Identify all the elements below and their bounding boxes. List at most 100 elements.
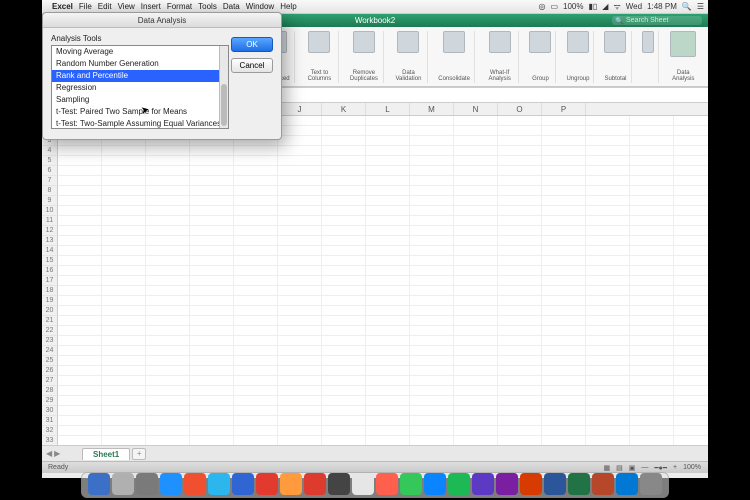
cell[interactable] — [322, 166, 366, 176]
cell[interactable] — [454, 176, 498, 186]
cell[interactable] — [102, 396, 146, 406]
cell[interactable] — [498, 436, 542, 445]
cell[interactable] — [190, 286, 234, 296]
cell[interactable] — [674, 386, 708, 396]
cell[interactable] — [322, 396, 366, 406]
cell[interactable] — [190, 216, 234, 226]
cell[interactable] — [542, 376, 586, 386]
cell[interactable] — [586, 206, 630, 216]
cell[interactable] — [146, 176, 190, 186]
cell[interactable] — [366, 356, 410, 366]
menu-format[interactable]: Format — [167, 2, 192, 11]
ribbon-subtotal[interactable]: Subtotal — [600, 31, 631, 83]
cell[interactable] — [630, 116, 674, 126]
row-header[interactable]: 25 — [42, 356, 58, 366]
cell[interactable] — [58, 236, 102, 246]
analysis-tool-item[interactable]: t-Test: Two-Sample Assuming Equal Varian… — [52, 118, 228, 129]
cell[interactable] — [498, 266, 542, 276]
cell[interactable] — [674, 416, 708, 426]
cell[interactable] — [498, 386, 542, 396]
cell[interactable] — [234, 356, 278, 366]
cell[interactable] — [278, 206, 322, 216]
cell[interactable] — [454, 116, 498, 126]
dock-app-icon[interactable] — [256, 473, 278, 495]
ribbon-ungroup[interactable]: Ungroup — [562, 31, 594, 83]
cell[interactable] — [366, 186, 410, 196]
cell[interactable] — [630, 286, 674, 296]
cell[interactable] — [410, 176, 454, 186]
ribbon-toggle[interactable] — [638, 31, 659, 83]
cell[interactable] — [586, 336, 630, 346]
cell[interactable] — [322, 386, 366, 396]
cell[interactable] — [322, 286, 366, 296]
cell[interactable] — [586, 306, 630, 316]
cell[interactable] — [102, 286, 146, 296]
cell[interactable] — [542, 226, 586, 236]
cell[interactable] — [278, 326, 322, 336]
cell[interactable] — [278, 236, 322, 246]
cell[interactable] — [498, 426, 542, 436]
row-header[interactable]: 6 — [42, 166, 58, 176]
cell[interactable] — [146, 196, 190, 206]
cell[interactable] — [454, 136, 498, 146]
cell[interactable] — [674, 256, 708, 266]
cell[interactable] — [102, 166, 146, 176]
cell[interactable] — [190, 316, 234, 326]
cell[interactable] — [454, 146, 498, 156]
cell[interactable] — [190, 266, 234, 276]
cell[interactable] — [630, 226, 674, 236]
cell[interactable] — [234, 286, 278, 296]
cell[interactable] — [410, 336, 454, 346]
cell[interactable] — [234, 326, 278, 336]
cell[interactable] — [366, 176, 410, 186]
cell[interactable] — [542, 166, 586, 176]
cell[interactable] — [102, 366, 146, 376]
cell[interactable] — [322, 336, 366, 346]
cell[interactable] — [454, 246, 498, 256]
cell[interactable] — [278, 426, 322, 436]
cell[interactable] — [542, 306, 586, 316]
tab-nav-next[interactable]: ▶ — [54, 449, 60, 458]
cell[interactable] — [190, 336, 234, 346]
cell[interactable] — [410, 366, 454, 376]
cell[interactable] — [498, 296, 542, 306]
cell[interactable] — [410, 356, 454, 366]
cell[interactable] — [234, 246, 278, 256]
cell[interactable] — [454, 166, 498, 176]
cell[interactable] — [322, 176, 366, 186]
cell[interactable] — [542, 126, 586, 136]
cell[interactable] — [278, 336, 322, 346]
cell[interactable] — [146, 376, 190, 386]
analysis-tool-item[interactable]: Regression — [52, 82, 228, 94]
cell[interactable] — [586, 276, 630, 286]
cell[interactable] — [58, 146, 102, 156]
cell[interactable] — [278, 286, 322, 296]
cell[interactable] — [630, 296, 674, 306]
app-menu[interactable]: Excel — [52, 2, 73, 11]
cell[interactable] — [322, 206, 366, 216]
view-normal-icon[interactable]: ▦ — [602, 464, 611, 472]
cell[interactable] — [498, 346, 542, 356]
menu-view[interactable]: View — [118, 2, 135, 11]
ok-button[interactable]: OK — [231, 37, 273, 52]
dock-app-icon[interactable] — [520, 473, 542, 495]
cell[interactable] — [322, 146, 366, 156]
cell[interactable] — [542, 186, 586, 196]
cell[interactable] — [58, 406, 102, 416]
row-header[interactable]: 10 — [42, 206, 58, 216]
cell[interactable] — [322, 186, 366, 196]
cell[interactable] — [102, 226, 146, 236]
dock-app-icon[interactable] — [448, 473, 470, 495]
cell[interactable] — [586, 176, 630, 186]
cell[interactable] — [630, 166, 674, 176]
search-sheet-input[interactable]: Search Sheet — [612, 16, 702, 25]
cell[interactable] — [58, 306, 102, 316]
cell[interactable] — [454, 376, 498, 386]
cell[interactable] — [58, 206, 102, 216]
cell[interactable] — [58, 256, 102, 266]
dock-app-icon[interactable] — [376, 473, 398, 495]
cell[interactable] — [410, 306, 454, 316]
cell[interactable] — [542, 236, 586, 246]
cell[interactable] — [58, 246, 102, 256]
cell[interactable] — [322, 426, 366, 436]
